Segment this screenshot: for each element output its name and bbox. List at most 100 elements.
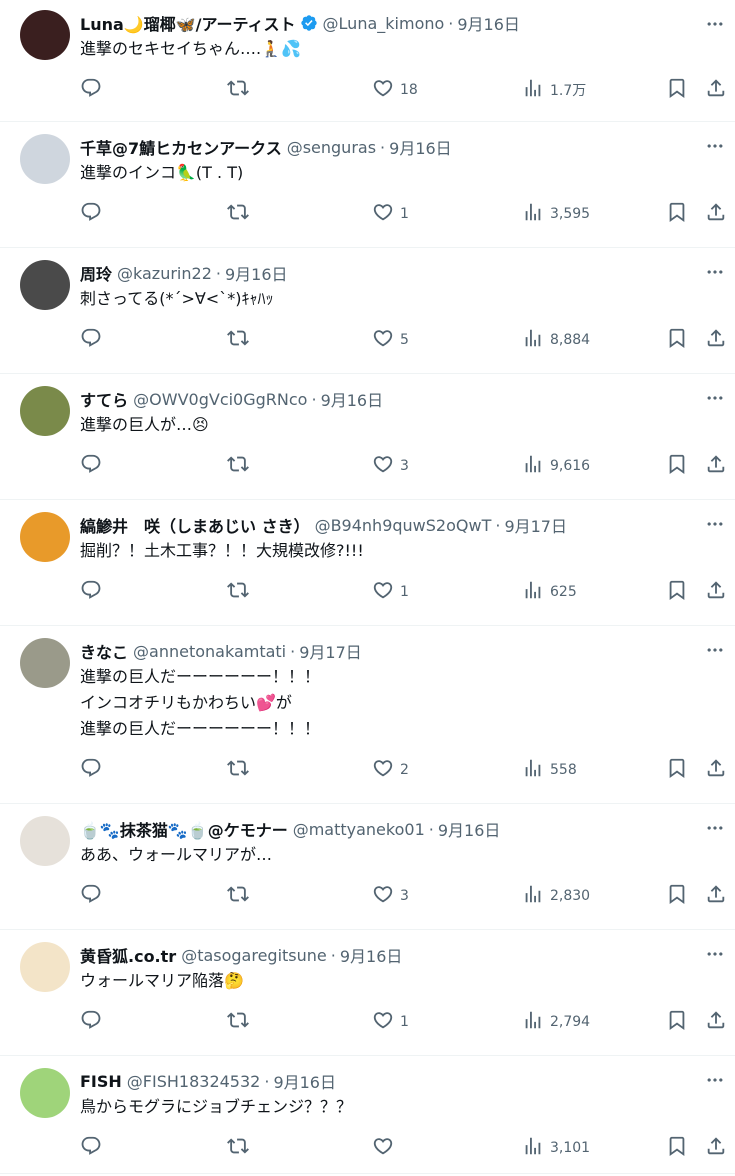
tweet[interactable]: きなこ @annetonakamtati · 9月17日 進撃の巨人だーーーーーー！！！… <box>0 626 735 804</box>
retweet-button[interactable] <box>227 579 249 605</box>
timestamp[interactable]: 9月16日 <box>273 1069 336 1093</box>
views-button[interactable]: 558 <box>522 757 577 783</box>
user-handle[interactable]: @OWV0gVci0GgRNco <box>133 390 307 409</box>
like-button[interactable]: 1 <box>372 1009 409 1035</box>
tweet[interactable]: FISH @FISH18324532 · 9月16日 鳥からモグラにジョブチェンジ？？？… <box>0 1056 735 1174</box>
avatar[interactable] <box>20 638 70 688</box>
more-icon[interactable] <box>705 1070 725 1090</box>
bookmark-button[interactable] <box>666 77 688 103</box>
user-handle[interactable]: @tasogaregitsune <box>181 946 327 965</box>
more-icon[interactable] <box>705 136 725 156</box>
like-button[interactable]: 18 <box>372 77 418 103</box>
timestamp[interactable]: 9月17日 <box>504 513 567 537</box>
display-name[interactable]: すてら <box>80 387 128 411</box>
reply-button[interactable] <box>80 201 102 227</box>
display-name[interactable]: 周玲 <box>80 261 112 285</box>
avatar[interactable] <box>20 10 70 60</box>
bookmark-button[interactable] <box>666 201 688 227</box>
bookmark-button[interactable] <box>666 757 688 783</box>
reply-button[interactable] <box>80 757 102 783</box>
reply-button[interactable] <box>80 1135 102 1161</box>
retweet-button[interactable] <box>227 77 249 103</box>
timestamp[interactable]: 9月16日 <box>340 943 403 967</box>
timestamp[interactable]: 9月16日 <box>438 817 501 841</box>
share-button[interactable] <box>705 1009 727 1035</box>
views-button[interactable]: 625 <box>522 579 577 605</box>
user-handle[interactable]: @senguras <box>287 138 376 157</box>
avatar[interactable] <box>20 942 70 992</box>
display-name[interactable]: 縞鯵井 咲（しまあじい さき） <box>80 513 310 537</box>
like-button[interactable]: 3 <box>372 453 409 479</box>
retweet-button[interactable] <box>227 1009 249 1035</box>
more-icon[interactable] <box>705 818 725 838</box>
avatar[interactable] <box>20 260 70 310</box>
like-button[interactable]: 1 <box>372 201 409 227</box>
retweet-button[interactable] <box>227 201 249 227</box>
like-button[interactable]: 3 <box>372 883 409 909</box>
share-button[interactable] <box>705 77 727 103</box>
bookmark-button[interactable] <box>666 453 688 479</box>
display-name[interactable]: Luna🌙瑠椰🦋/アーティスト <box>80 11 296 35</box>
retweet-button[interactable] <box>227 883 249 909</box>
retweet-button[interactable] <box>227 453 249 479</box>
avatar[interactable] <box>20 134 70 184</box>
avatar[interactable] <box>20 1068 70 1118</box>
like-button[interactable]: 2 <box>372 757 409 783</box>
avatar[interactable] <box>20 816 70 866</box>
timestamp[interactable]: 9月16日 <box>389 135 452 159</box>
share-button[interactable] <box>705 883 727 909</box>
bookmark-button[interactable] <box>666 1009 688 1035</box>
tweet[interactable]: 🍵🐾抹茶猫🐾🍵@ケモナー @mattyaneko01 · 9月16日 ああ、ウォールマリ… <box>0 804 735 930</box>
bookmark-button[interactable] <box>666 1135 688 1161</box>
user-handle[interactable]: @B94nh9quwS2oQwT <box>315 516 492 535</box>
like-button[interactable]: 5 <box>372 327 409 353</box>
display-name[interactable]: 黄昏狐.co.tr <box>80 943 176 967</box>
reply-button[interactable] <box>80 883 102 909</box>
share-button[interactable] <box>705 201 727 227</box>
more-icon[interactable] <box>705 640 725 660</box>
timestamp[interactable]: 9月16日 <box>457 11 520 35</box>
user-handle[interactable]: @mattyaneko01 <box>293 820 425 839</box>
views-button[interactable]: 8,884 <box>522 327 590 353</box>
share-button[interactable] <box>705 1135 727 1161</box>
user-handle[interactable]: @Luna_kimono <box>323 14 445 33</box>
share-button[interactable] <box>705 453 727 479</box>
views-button[interactable]: 3,101 <box>522 1135 590 1161</box>
like-button[interactable]: 1 <box>372 579 409 605</box>
bookmark-button[interactable] <box>666 327 688 353</box>
tweet[interactable]: 千草@7鯖ヒカセンアークス @senguras · 9月16日 進撃のインコ🦜(T . … <box>0 122 735 248</box>
timestamp[interactable]: 9月17日 <box>299 639 362 663</box>
tweet[interactable]: すてら @OWV0gVci0GgRNco · 9月16日 進撃の巨人が…😣 3 9,616 <box>0 374 735 500</box>
avatar[interactable] <box>20 512 70 562</box>
display-name[interactable]: FISH <box>80 1072 122 1091</box>
share-button[interactable] <box>705 757 727 783</box>
timestamp[interactable]: 9月16日 <box>321 387 384 411</box>
more-icon[interactable] <box>705 388 725 408</box>
reply-button[interactable] <box>80 327 102 353</box>
more-icon[interactable] <box>705 514 725 534</box>
tweet[interactable]: 縞鯵井 咲（しまあじい さき） @B94nh9quwS2oQwT · 9月17日 掘削？… <box>0 500 735 626</box>
timestamp[interactable]: 9月16日 <box>225 261 288 285</box>
reply-button[interactable] <box>80 579 102 605</box>
retweet-button[interactable] <box>227 1135 249 1161</box>
reply-button[interactable] <box>80 77 102 103</box>
more-icon[interactable] <box>705 944 725 964</box>
views-button[interactable]: 2,794 <box>522 1009 590 1035</box>
display-name[interactable]: きなこ <box>80 639 128 663</box>
reply-button[interactable] <box>80 1009 102 1035</box>
tweet[interactable]: Luna🌙瑠椰🦋/アーティスト @Luna_kimono · 9月16日 進撃のセキセイ… <box>0 0 735 122</box>
user-handle[interactable]: @FISH18324532 <box>127 1072 261 1091</box>
like-button[interactable] <box>372 1135 394 1161</box>
tweet[interactable]: 黄昏狐.co.tr @tasogaregitsune · 9月16日 ウォールマリア陥落… <box>0 930 735 1056</box>
more-icon[interactable] <box>705 262 725 282</box>
retweet-button[interactable] <box>227 327 249 353</box>
reply-button[interactable] <box>80 453 102 479</box>
display-name[interactable]: 🍵🐾抹茶猫🐾🍵@ケモナー <box>80 817 288 841</box>
retweet-button[interactable] <box>227 757 249 783</box>
views-button[interactable]: 2,830 <box>522 883 590 909</box>
views-button[interactable]: 3,595 <box>522 201 590 227</box>
tweet[interactable]: 周玲 @kazurin22 · 9月16日 刺さってる(*´>∀<`*)ｷｬﾊｯ 5 8,8… <box>0 248 735 374</box>
display-name[interactable]: 千草@7鯖ヒカセンアークス <box>80 135 282 159</box>
bookmark-button[interactable] <box>666 579 688 605</box>
views-button[interactable]: 1.7万 <box>522 77 586 103</box>
